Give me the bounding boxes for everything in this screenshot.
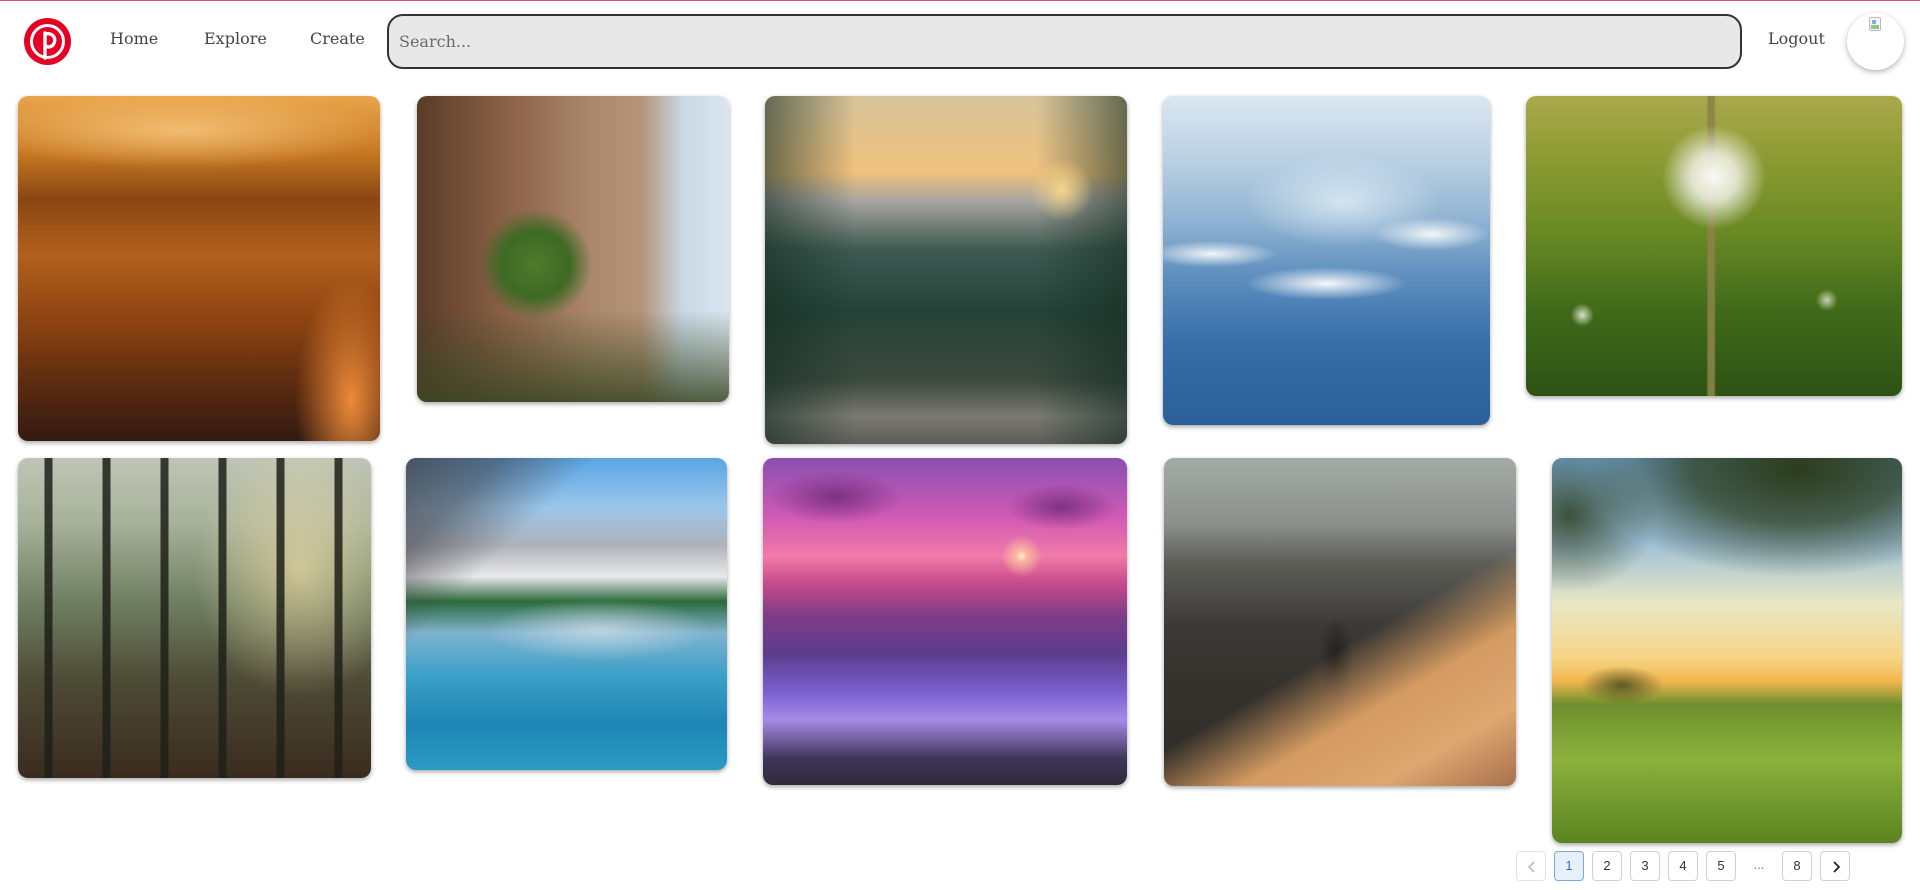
logout-button[interactable]: Logout — [1768, 29, 1825, 48]
pin-card-golden-grass[interactable] — [18, 96, 380, 441]
next-page-button[interactable] — [1820, 851, 1850, 881]
page-button-5[interactable]: 5 — [1706, 851, 1736, 881]
pin-card-pine-forest[interactable] — [18, 458, 371, 778]
pin-card-hiker-dunes[interactable] — [1164, 458, 1516, 786]
prev-page-button[interactable] — [1516, 851, 1546, 881]
pagination-ellipsis: ... — [1753, 857, 1765, 872]
chevron-right-icon — [1833, 861, 1841, 873]
nav-explore-link[interactable]: Explore — [204, 29, 267, 48]
pin-card-mountain-forest[interactable] — [765, 96, 1127, 444]
pinterest-logo-icon[interactable] — [24, 18, 71, 65]
chevron-left-icon — [1527, 861, 1535, 873]
pagination: 1 2 3 4 5 ... 8 — [1516, 851, 1854, 881]
pin-card-ocean-sunset[interactable] — [763, 458, 1127, 785]
nav-home-link[interactable]: Home — [110, 29, 158, 48]
pin-card-rock-cliff[interactable] — [417, 96, 729, 402]
search-input[interactable] — [387, 14, 1742, 69]
page-button-8[interactable]: 8 — [1782, 851, 1812, 881]
pin-card-mountain-lake[interactable] — [406, 458, 727, 770]
page-button-1[interactable]: 1 — [1554, 851, 1584, 881]
pin-card-blue-mountains[interactable] — [1163, 96, 1490, 425]
page-button-4[interactable]: 4 — [1668, 851, 1698, 881]
broken-image-icon — [1869, 17, 1881, 31]
pinterest-p-glyph — [26, 20, 69, 63]
page-button-2[interactable]: 2 — [1592, 851, 1622, 881]
pin-card-green-field[interactable] — [1552, 458, 1902, 843]
pin-card-dandelion[interactable] — [1526, 96, 1902, 396]
page-button-3[interactable]: 3 — [1630, 851, 1660, 881]
avatar[interactable] — [1847, 13, 1904, 70]
nav-create-link[interactable]: Create — [310, 29, 365, 48]
